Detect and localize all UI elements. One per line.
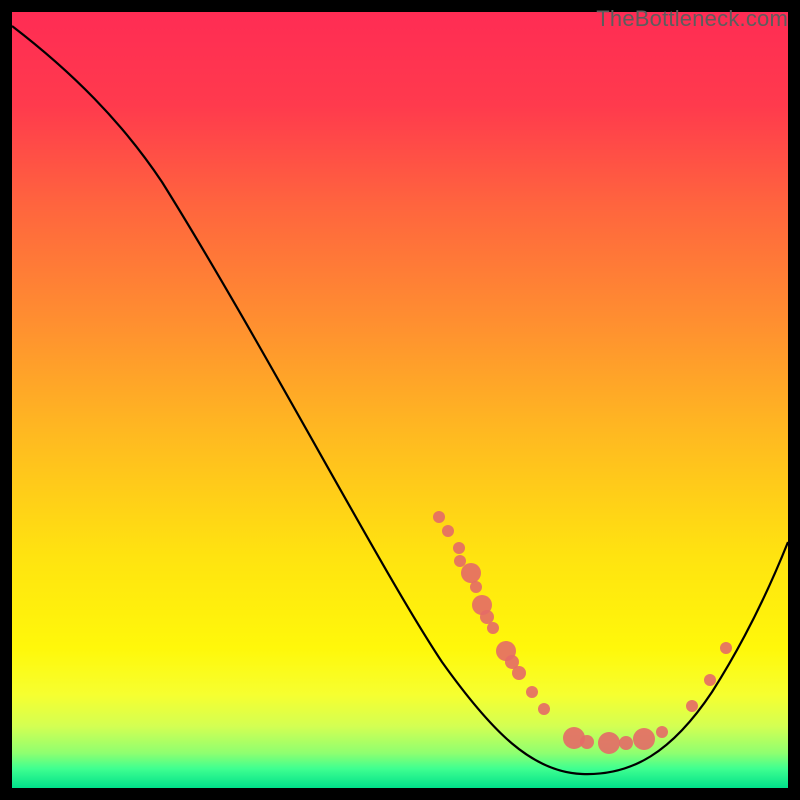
data-dot [454,555,466,567]
data-dot [453,542,465,554]
data-dot [442,525,454,537]
data-dot [619,736,633,750]
data-dot [704,674,716,686]
data-dot [580,735,594,749]
watermark-text: TheBottleneck.com [596,6,788,32]
data-dot [487,622,499,634]
data-dot [526,686,538,698]
data-dots [433,511,732,754]
data-dot [461,563,481,583]
data-dot [480,610,494,624]
data-dot [538,703,550,715]
bottleneck-curve [12,26,788,774]
data-dot [656,726,668,738]
data-dot [598,732,620,754]
data-dot [720,642,732,654]
data-dot [633,728,655,750]
data-dot [512,666,526,680]
data-dot [470,581,482,593]
data-dot [686,700,698,712]
chart-curve-layer [12,12,788,788]
data-dot [433,511,445,523]
chart-frame: TheBottleneck.com [12,12,788,788]
